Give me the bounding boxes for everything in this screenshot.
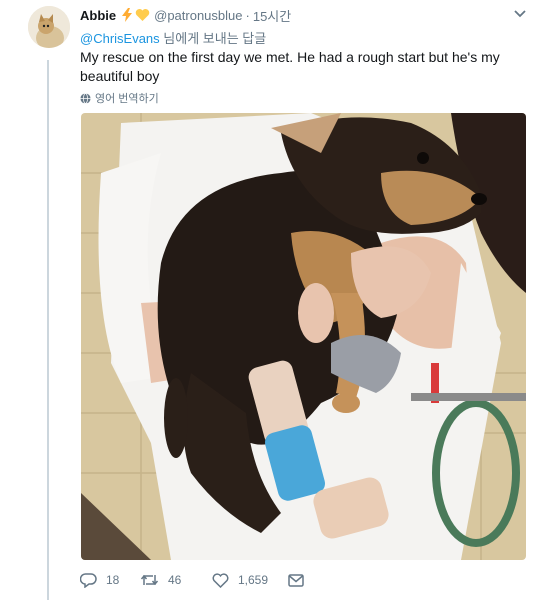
avatar[interactable] <box>28 6 70 48</box>
like-heart-icon <box>212 572 229 588</box>
name-badges <box>120 8 150 22</box>
separator-dot: · <box>245 7 250 23</box>
translate-label: 영어 번역하기 <box>95 93 159 105</box>
reply-button[interactable]: 18 <box>80 572 140 588</box>
retweet-button[interactable]: 46 <box>140 573 212 587</box>
like-count: 1,659 <box>238 573 269 587</box>
retweet-count: 46 <box>168 573 182 587</box>
replying-mention-link[interactable]: @ChrisEvans <box>80 31 160 46</box>
chevron-down-icon[interactable] <box>512 8 528 20</box>
globe-icon <box>80 92 91 104</box>
replying-to: @ChrisEvans 님에게 보내는 답글 <box>80 28 266 47</box>
avatar-image <box>28 6 70 48</box>
translate-link[interactable]: 영어 번역하기 <box>80 90 159 106</box>
action-bar: 18 46 1,659 <box>80 572 304 588</box>
tweet-header: Abbie @patronusblue · 15시간 <box>80 5 530 25</box>
display-name[interactable]: Abbie <box>80 8 116 23</box>
thread-line <box>47 60 49 600</box>
replying-suffix: 님에게 보내는 답글 <box>159 31 267 46</box>
lightning-icon <box>122 8 133 22</box>
timestamp[interactable]: 15시간 <box>253 6 291 25</box>
like-button[interactable]: 1,659 <box>212 572 288 588</box>
puppy-photo-image <box>81 113 526 560</box>
reply-count: 18 <box>106 573 120 587</box>
heart-icon <box>135 9 150 21</box>
reply-icon <box>80 573 97 588</box>
tweet-photo[interactable] <box>81 113 526 560</box>
retweet-icon <box>140 574 159 586</box>
handle[interactable]: @patronusblue <box>154 8 242 23</box>
envelope-icon <box>288 573 304 587</box>
direct-message-button[interactable] <box>288 573 304 587</box>
tweet-text: My rescue on the first day we met. He ha… <box>80 49 500 84</box>
